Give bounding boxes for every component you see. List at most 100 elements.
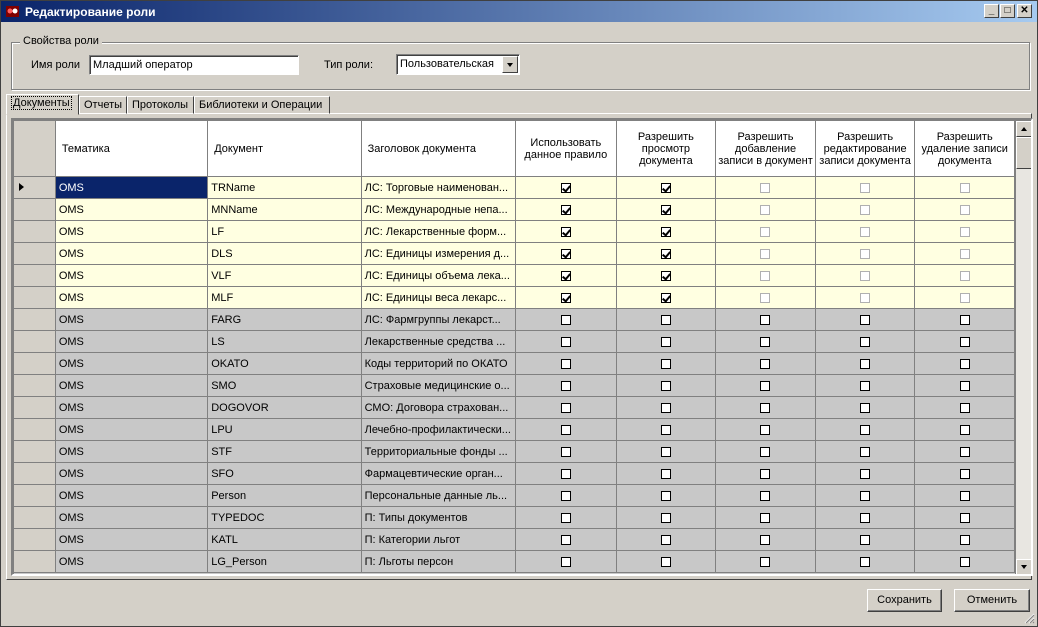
row-selector[interactable] (14, 397, 56, 419)
checkbox-use[interactable] (560, 446, 571, 457)
checkbox-del[interactable] (959, 270, 970, 281)
row-selector[interactable] (14, 287, 56, 309)
cell-caption[interactable]: СМО: Договора страхован... (361, 397, 516, 419)
checkbox-view[interactable] (660, 468, 671, 479)
row-selector[interactable] (14, 353, 56, 375)
checkbox-use[interactable] (560, 490, 571, 501)
column-header[interactable]: Тематика (55, 121, 209, 177)
cell-caption[interactable]: ЛС: Лекарственные форм... (361, 221, 516, 243)
row-selector[interactable] (14, 199, 56, 221)
table-row[interactable]: OMS LG_Person П: Льготы персон (14, 551, 1015, 573)
checkbox-view[interactable] (660, 512, 671, 523)
row-selector[interactable] (14, 331, 56, 353)
cell-doc[interactable]: Person (208, 485, 362, 507)
checkbox-add[interactable] (760, 512, 771, 523)
checkbox-add[interactable] (760, 358, 771, 369)
checkbox-view[interactable] (660, 446, 671, 457)
cell-caption[interactable]: Персональные данные ль... (361, 485, 516, 507)
cell-theme[interactable]: OMS (55, 331, 209, 353)
checkbox-add[interactable] (760, 380, 771, 391)
checkbox-del[interactable] (959, 468, 970, 479)
cell-theme[interactable]: OMS (55, 309, 209, 331)
checkbox-view[interactable] (660, 402, 671, 413)
cell-doc[interactable]: OKATO (208, 353, 362, 375)
checkbox-del[interactable] (959, 490, 970, 501)
checkbox-use[interactable] (560, 534, 571, 545)
cancel-button[interactable]: Отменить (954, 589, 1030, 612)
table-row[interactable]: OMS MNName ЛС: Международные непа... (14, 199, 1015, 221)
checkbox-del[interactable] (959, 358, 970, 369)
checkbox-add[interactable] (760, 292, 771, 303)
checkbox-edit[interactable] (860, 490, 871, 501)
scroll-up-button[interactable] (1016, 121, 1031, 137)
cell-caption[interactable]: Фармацевтические орган... (361, 463, 516, 485)
checkbox-use[interactable] (560, 424, 571, 435)
table-row[interactable]: OMS DOGOVOR СМО: Договора страхован... (14, 397, 1015, 419)
cell-doc[interactable]: DOGOVOR (208, 397, 362, 419)
checkbox-del[interactable] (959, 512, 970, 523)
cell-caption[interactable]: ЛС: Торговые наименован... (361, 177, 516, 199)
checkbox-use[interactable] (560, 292, 571, 303)
save-button[interactable]: Сохранить (867, 589, 942, 612)
checkbox-use[interactable] (560, 380, 571, 391)
checkbox-edit[interactable] (860, 182, 871, 193)
checkbox-edit[interactable] (860, 314, 871, 325)
cell-theme[interactable]: OMS (55, 199, 209, 221)
cell-theme[interactable]: OMS (55, 463, 209, 485)
checkbox-edit[interactable] (860, 380, 871, 391)
row-selector[interactable] (14, 463, 56, 485)
tab-documents[interactable]: Документы (6, 94, 79, 115)
cell-theme[interactable]: OMS (55, 375, 209, 397)
cell-caption[interactable]: ЛС: Международные непа... (361, 199, 516, 221)
checkbox-add[interactable] (760, 424, 771, 435)
row-selector[interactable] (14, 221, 56, 243)
checkbox-add[interactable] (760, 226, 771, 237)
checkbox-edit[interactable] (860, 424, 871, 435)
cell-doc[interactable]: DLS (208, 243, 362, 265)
checkbox-add[interactable] (760, 556, 771, 567)
checkbox-edit[interactable] (860, 248, 871, 259)
checkbox-edit[interactable] (860, 226, 871, 237)
checkbox-view[interactable] (660, 182, 671, 193)
table-row[interactable]: OMS OKATO Коды территорий по ОКАТО (14, 353, 1015, 375)
row-selector[interactable] (14, 309, 56, 331)
cell-doc[interactable]: TRName (208, 177, 362, 199)
cell-doc[interactable]: KATL (208, 529, 362, 551)
tab-libraries-operations[interactable]: Библиотеки и Операции (194, 96, 330, 114)
tab-protocols[interactable]: Протоколы (127, 96, 194, 114)
maximize-button[interactable]: □ (1000, 4, 1015, 18)
checkbox-view[interactable] (660, 226, 671, 237)
cell-caption[interactable]: Территориальные фонды ... (361, 441, 516, 463)
cell-caption[interactable]: П: Категории льгот (361, 529, 516, 551)
checkbox-use[interactable] (560, 226, 571, 237)
checkbox-del[interactable] (959, 336, 970, 347)
checkbox-use[interactable] (560, 182, 571, 193)
table-row[interactable]: OMS LPU Лечебно-профилактически... (14, 419, 1015, 441)
checkbox-add[interactable] (760, 490, 771, 501)
row-selector[interactable] (14, 243, 56, 265)
cell-theme[interactable]: OMS (55, 221, 209, 243)
checkbox-add[interactable] (760, 446, 771, 457)
cell-theme[interactable]: OMS (55, 243, 209, 265)
tab-reports[interactable]: Отчеты (79, 96, 127, 114)
table-row[interactable]: OMS LF ЛС: Лекарственные форм... (14, 221, 1015, 243)
checkbox-edit[interactable] (860, 556, 871, 567)
chevron-down-icon[interactable] (502, 56, 518, 73)
checkbox-view[interactable] (660, 534, 671, 545)
column-header[interactable]: Разрешить просмотр документа (616, 121, 717, 177)
checkbox-edit[interactable] (860, 468, 871, 479)
checkbox-view[interactable] (660, 314, 671, 325)
cell-theme[interactable]: OMS (55, 419, 209, 441)
checkbox-del[interactable] (959, 248, 970, 259)
checkbox-edit[interactable] (860, 358, 871, 369)
cell-caption[interactable]: П: Типы документов (361, 507, 516, 529)
checkbox-use[interactable] (560, 314, 571, 325)
cell-doc[interactable]: LF (208, 221, 362, 243)
checkbox-view[interactable] (660, 556, 671, 567)
checkbox-edit[interactable] (860, 204, 871, 215)
table-row[interactable]: OMS VLF ЛС: Единицы объема лека... (14, 265, 1015, 287)
cell-doc[interactable]: FARG (208, 309, 362, 331)
cell-theme[interactable]: OMS (55, 441, 209, 463)
column-header[interactable]: Разрешить редактирование записи документ… (815, 121, 916, 177)
cell-doc[interactable]: SMO (208, 375, 362, 397)
